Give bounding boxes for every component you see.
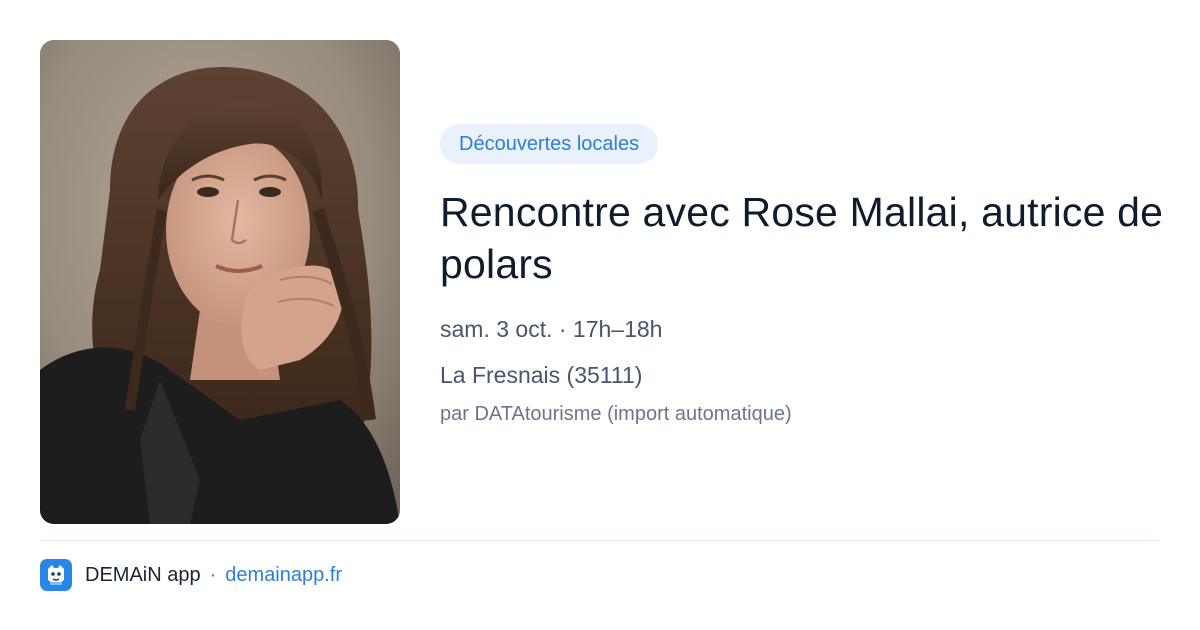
event-title[interactable]: Rencontre avec Rose Mallai, autrice de p… [440, 186, 1170, 290]
app-name: DEMAiN app [85, 563, 201, 586]
event-info: Découvertes locales Rencontre avec Rose … [440, 124, 1170, 427]
footer-divider [40, 540, 1160, 541]
footer: DEMAiN app · demainapp.fr [40, 558, 342, 592]
demain-app-icon[interactable] [40, 559, 72, 591]
event-card: Découvertes locales Rencontre avec Rose … [0, 0, 1200, 630]
app-url-link[interactable]: demainapp.fr [225, 564, 342, 587]
event-photo [40, 40, 400, 524]
event-date: sam. 3 oct. · 17h–18h [440, 316, 663, 342]
event-location: La Fresnais (35111) [440, 362, 643, 388]
event-source: par DATAtourisme (import automatique) [440, 403, 792, 425]
category-badge[interactable]: Découvertes locales [440, 124, 659, 164]
footer-separator: · [209, 563, 217, 586]
